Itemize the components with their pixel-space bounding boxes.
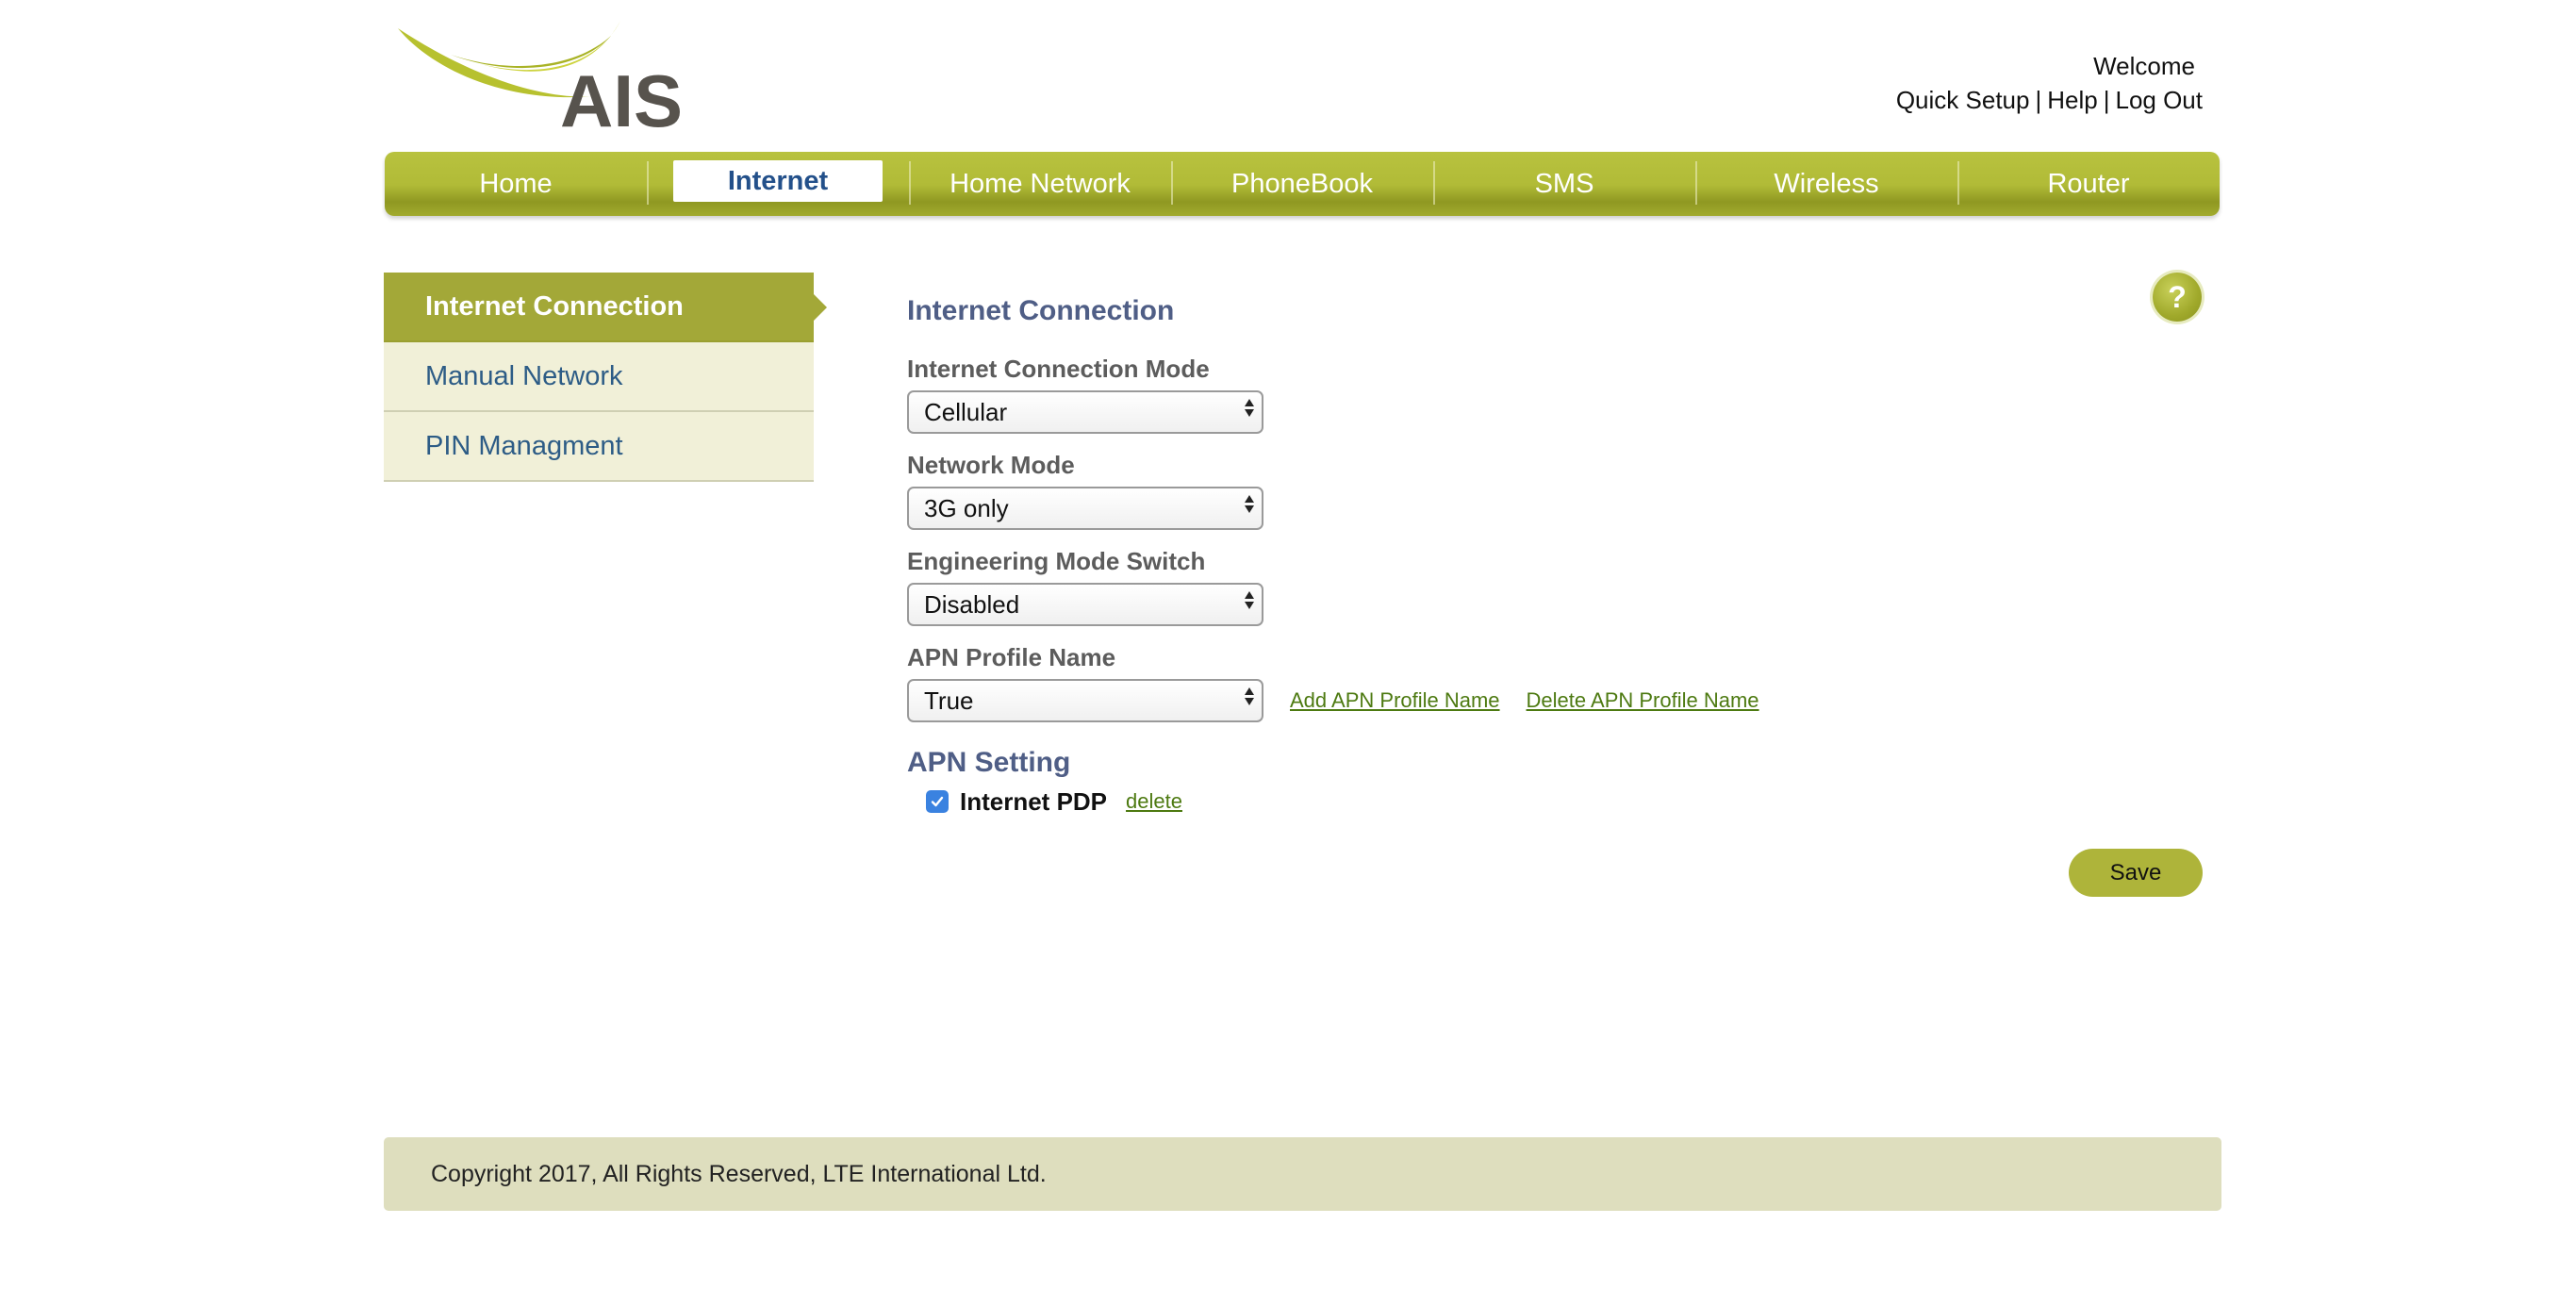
engineering-mode-row: Disabled xyxy=(907,581,2208,628)
delete-apn-profile-link[interactable]: Delete APN Profile Name xyxy=(1527,688,1759,713)
select-arrows-icon xyxy=(1245,495,1254,513)
nav-item-label: Router xyxy=(2047,168,2130,199)
nav-item-label: Internet xyxy=(673,160,883,202)
separator: | xyxy=(2035,86,2042,114)
sidebar-item-pin-management[interactable]: PIN Managment xyxy=(384,412,814,482)
connection-mode-row: Cellular xyxy=(907,389,2208,436)
nav-item-sms[interactable]: SMS xyxy=(1433,152,1695,216)
nav-item-wireless[interactable]: Wireless xyxy=(1695,152,1957,216)
sidebar-item-manual-network[interactable]: Manual Network xyxy=(384,342,814,412)
nav-item-phonebook[interactable]: PhoneBook xyxy=(1171,152,1433,216)
footer: Copyright 2017, All Rights Reserved, LTE… xyxy=(384,1137,2221,1211)
copyright-text: Copyright 2017, All Rights Reserved, LTE… xyxy=(431,1160,1047,1187)
nav-item-label: PhoneBook xyxy=(1231,168,1373,199)
separator: | xyxy=(2103,86,2110,114)
logout-link[interactable]: Log Out xyxy=(2115,86,2203,114)
internet-pdp-row: Internet PDP delete xyxy=(926,783,2208,820)
nav-item-label: Home Network xyxy=(949,168,1131,199)
engineering-mode-label: Engineering Mode Switch xyxy=(907,547,1206,575)
select-value: True xyxy=(924,686,974,715)
add-apn-profile-link[interactable]: Add APN Profile Name xyxy=(1290,688,1500,713)
main-content: Internet Connection Internet Connection … xyxy=(907,283,2208,820)
nav-item-home[interactable]: Home xyxy=(385,152,647,216)
nav-item-router[interactable]: Router xyxy=(1957,152,2220,216)
top-links: Welcome Quick Setup | Help | Log Out xyxy=(1896,49,2203,117)
connection-mode-label: Internet Connection Mode xyxy=(907,355,1210,383)
sidebar: Internet Connection Manual Network PIN M… xyxy=(384,273,827,482)
checkmark-icon xyxy=(931,796,944,807)
nav-item-internet[interactable]: Internet xyxy=(647,152,909,216)
select-value: Cellular xyxy=(924,397,1008,426)
apn-profile-label: APN Profile Name xyxy=(907,643,1116,671)
nav-item-label: Home xyxy=(479,168,553,199)
internet-pdp-checkbox[interactable] xyxy=(926,790,949,813)
main-nav: Home Internet Home Network PhoneBook SMS… xyxy=(385,152,2220,216)
nav-item-label: Wireless xyxy=(1774,168,1879,199)
sidebar-item-internet-connection[interactable]: Internet Connection xyxy=(384,273,827,342)
network-mode-select[interactable]: 3G only xyxy=(907,487,1263,530)
svg-text:AIS: AIS xyxy=(560,59,683,130)
network-mode-label: Network Mode xyxy=(907,451,1075,479)
apn-profile-row: True Add APN Profile Name Delete APN Pro… xyxy=(907,677,2208,724)
ais-logo: AIS xyxy=(398,21,683,130)
page-title: Internet Connection xyxy=(907,295,1175,326)
select-arrows-icon xyxy=(1245,399,1254,417)
select-arrows-icon xyxy=(1245,687,1254,705)
nav-item-label: SMS xyxy=(1534,168,1594,199)
select-value: Disabled xyxy=(924,589,1020,619)
select-arrows-icon xyxy=(1245,591,1254,609)
network-mode-row: 3G only xyxy=(907,485,2208,532)
select-value: 3G only xyxy=(924,493,1009,522)
apn-profile-select[interactable]: True xyxy=(907,679,1263,722)
save-button[interactable]: Save xyxy=(2069,849,2203,897)
internet-pdp-label: Internet PDP xyxy=(960,786,1108,816)
engineering-mode-select[interactable]: Disabled xyxy=(907,583,1263,626)
welcome-text: Welcome xyxy=(2093,52,2195,80)
page: AIS Welcome Quick Setup | Help | Log Out Hom… xyxy=(0,0,2576,1307)
apn-setting-title: APN Setting xyxy=(907,747,1071,778)
nav-item-home-network[interactable]: Home Network xyxy=(909,152,1171,216)
quick-setup-link[interactable]: Quick Setup xyxy=(1896,86,2030,114)
connection-mode-select[interactable]: Cellular xyxy=(907,390,1263,434)
help-link[interactable]: Help xyxy=(2047,86,2097,114)
delete-pdp-link[interactable]: delete xyxy=(1126,789,1182,814)
